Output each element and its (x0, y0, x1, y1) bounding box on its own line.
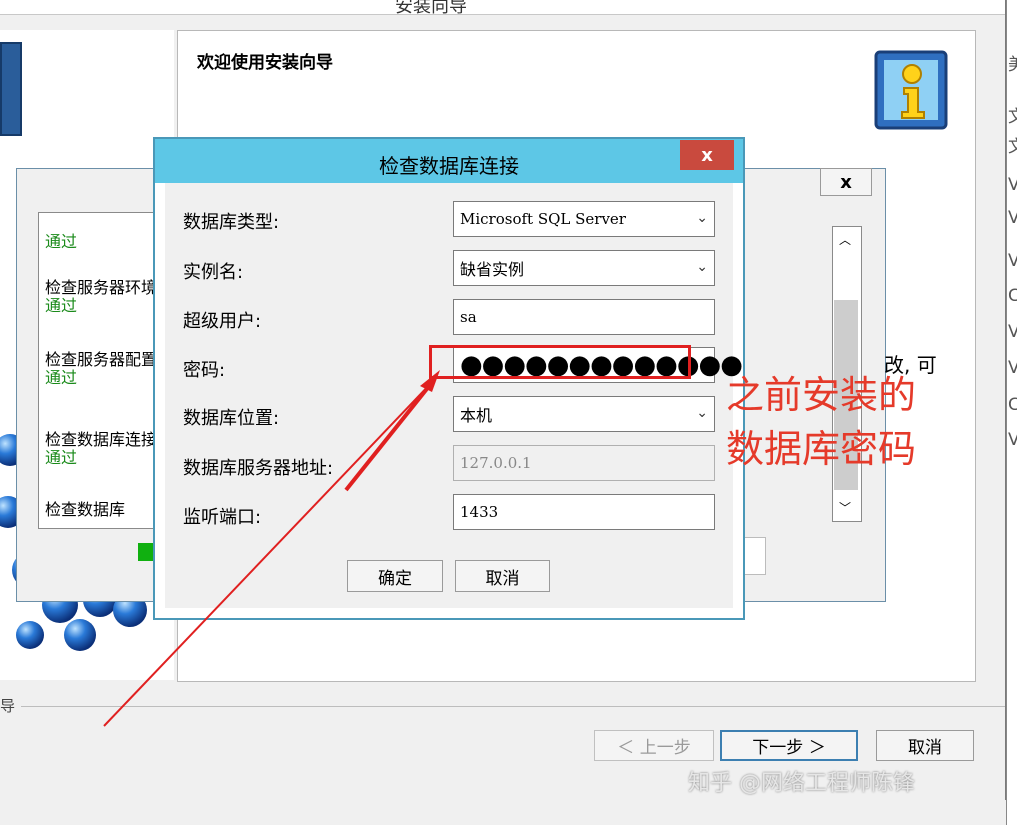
check-dialog-close-button[interactable]: x (820, 168, 872, 196)
annotation-text: 之前安装的 数据库密码 (726, 368, 916, 476)
scroll-up-icon[interactable]: ︿ (839, 231, 851, 248)
location-label: 数据库位置: (183, 408, 280, 429)
super-user-label: 超级用户: (183, 311, 262, 332)
port-input[interactable]: 1433 (453, 494, 715, 530)
wizard-separator (20, 706, 1005, 707)
log-char: V (1008, 430, 1017, 450)
chevron-down-icon: ⌄ (696, 405, 708, 421)
log-char: V (1008, 208, 1017, 228)
db-cancel-button[interactable]: 取消 (455, 560, 550, 592)
next-button[interactable]: 下一步 ＞ (720, 730, 858, 761)
progress-indicator (138, 543, 154, 561)
db-dialog-title: 检查数据库连接 (379, 154, 519, 178)
check-item-label: 检查服务器环境 (45, 278, 158, 297)
previous-button[interactable]: ＜ 上一步 (594, 730, 714, 761)
log-char: 文 (1008, 107, 1017, 127)
db-type-label: 数据库类型: (183, 212, 280, 233)
ok-button[interactable]: 确定 (347, 560, 443, 592)
chevron-down-icon: ⌄ (696, 259, 708, 275)
log-char: C (1008, 286, 1017, 306)
check-status: 通过 (45, 368, 78, 387)
info-icon (874, 50, 948, 130)
log-char: V (1008, 322, 1017, 342)
db-type-select[interactable]: Microsoft SQL Server ⌄ (453, 201, 715, 237)
db-type-value: Microsoft SQL Server (460, 210, 626, 228)
wizard-title: 安装向导 (395, 0, 467, 17)
log-char: 文 (1008, 137, 1017, 157)
port-label: 监听端口: (183, 507, 262, 528)
instance-value: 缺省实例 (460, 260, 525, 279)
wizard-titlebar (0, 0, 1005, 15)
wizard-cancel-button[interactable]: 取消 (876, 730, 974, 761)
password-highlight-box (429, 345, 691, 379)
location-select[interactable]: 本机 ⌄ (453, 396, 715, 432)
log-char: C (1008, 395, 1017, 415)
watermark: 知乎 @网络工程师陈锋 (688, 771, 915, 796)
server-address-label: 数据库服务器地址: (183, 458, 334, 479)
log-char: 美 (1008, 55, 1017, 75)
server-address-input: 127.0.0.1 (453, 445, 715, 481)
check-item-label: 检查数据库 (45, 500, 126, 519)
annotation-line: 之前安装的 (726, 373, 917, 417)
instance-label: 实例名: (183, 262, 244, 283)
log-char: V (1008, 175, 1017, 195)
annotation-line: 数据库密码 (726, 427, 917, 471)
wizard-separator-label: 导 (0, 695, 22, 716)
wizard-heading: 欢迎使用安装向导 (197, 53, 333, 73)
password-label: 密码: (183, 360, 226, 381)
super-user-input[interactable]: sa (453, 299, 715, 335)
instance-select[interactable]: 缺省实例 ⌄ (453, 250, 715, 286)
scroll-down-icon[interactable]: ﹀ (839, 499, 851, 516)
check-status: 通过 (45, 448, 78, 467)
check-status: 通过 (45, 296, 78, 315)
location-value: 本机 (460, 406, 493, 425)
check-results-list: 通过 检查服务器环境 通过 检查服务器配置 通过 检查数据库连接 通过 检查数据… (38, 212, 158, 529)
check-item-label: 检查服务器配置 (45, 350, 158, 369)
db-dialog-close-button[interactable]: x (680, 140, 734, 170)
check-item-label: 检查数据库连接 (45, 430, 158, 449)
chevron-down-icon: ⌄ (696, 210, 708, 226)
log-char: V (1008, 251, 1017, 271)
wizard-logo-icon (0, 42, 22, 136)
log-char: V (1008, 358, 1017, 378)
check-status: 通过 (45, 232, 78, 251)
